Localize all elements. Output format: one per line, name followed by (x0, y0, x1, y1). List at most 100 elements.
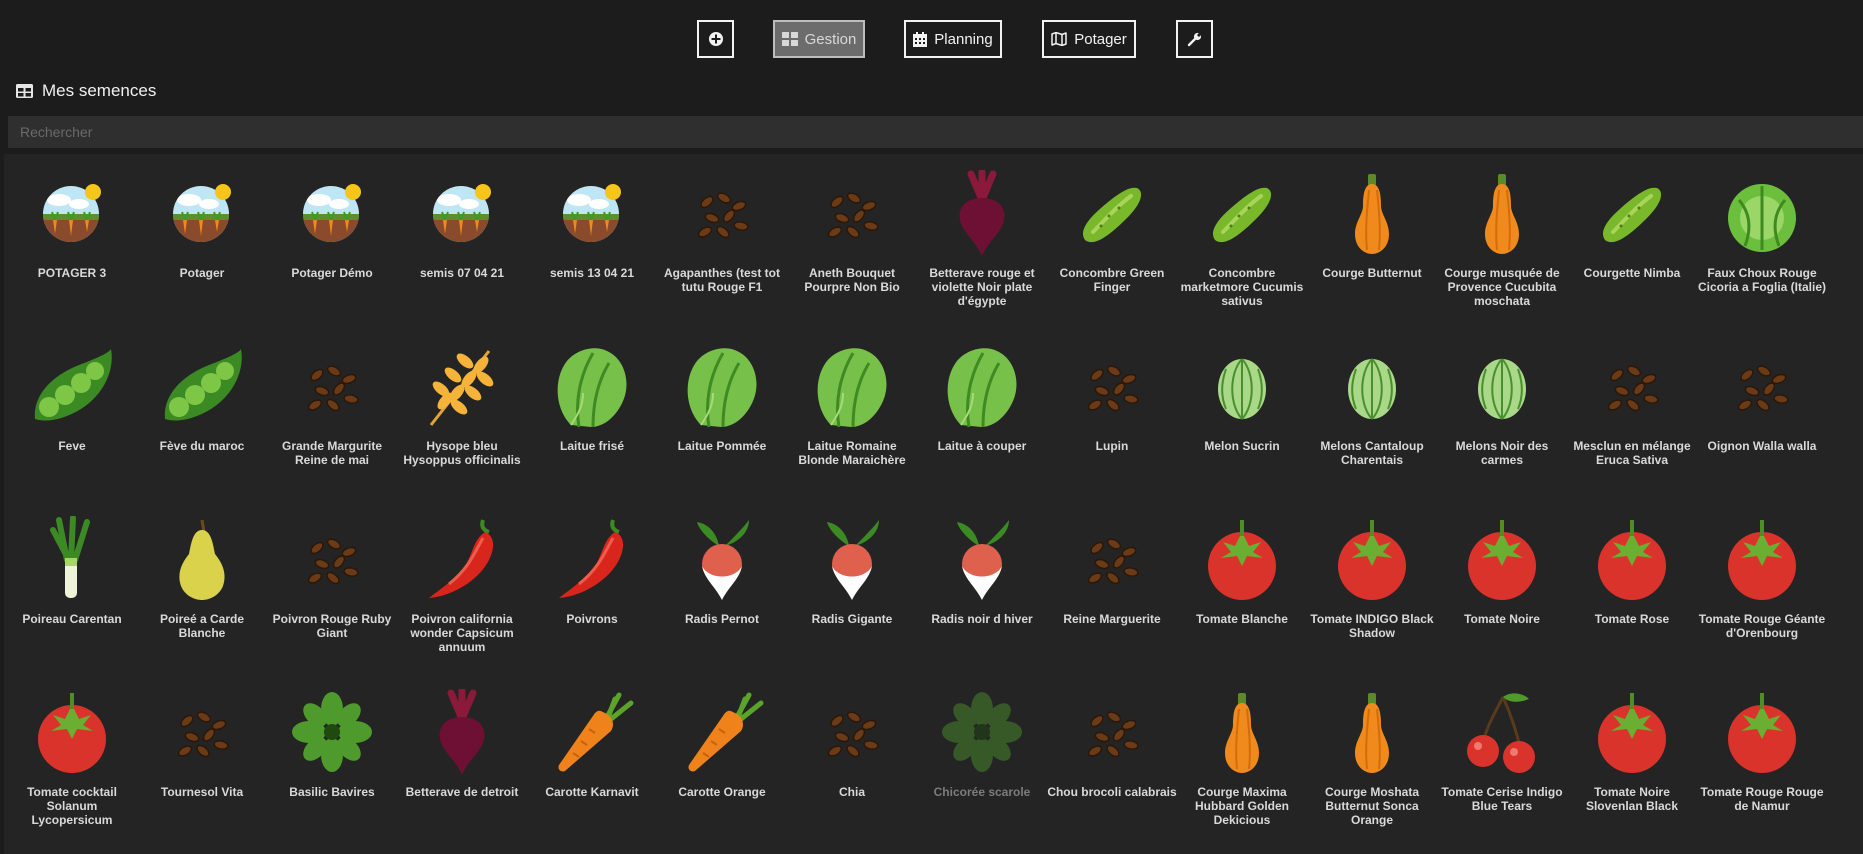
squash-icon (1199, 689, 1285, 775)
beet-icon (939, 170, 1025, 256)
melon-icon (1459, 343, 1545, 429)
seed-card[interactable]: Potager (137, 154, 267, 327)
seed-card[interactable]: Oignon Walla walla (1697, 327, 1827, 500)
seed-card[interactable]: POTAGER 3 (7, 154, 137, 327)
seed-card[interactable]: Hysope bleu Hysoppus officinalis (397, 327, 527, 500)
potager-button[interactable]: Potager (1042, 20, 1136, 58)
seed-card[interactable]: Reine Marguerite (1047, 500, 1177, 673)
seed-card[interactable]: Chia (787, 673, 917, 846)
seed-card[interactable]: Laitue à couper (917, 327, 1047, 500)
seed-label: Fève du maroc (159, 439, 245, 453)
seed-card[interactable]: Tomate INDIGO Black Shadow (1307, 500, 1437, 673)
seed-card[interactable]: Radis Pernot (657, 500, 787, 673)
potager-label: Potager (1074, 30, 1127, 48)
squash-icon (1329, 689, 1415, 775)
seeds-icon (159, 689, 245, 775)
seed-label: POTAGER 3 (37, 266, 107, 280)
seed-card[interactable]: Betterave de detroit (397, 673, 527, 846)
gestion-button[interactable]: Gestion (773, 20, 865, 58)
seed-card[interactable]: Tomate Noire (1437, 500, 1567, 673)
seed-card[interactable]: Potager Démo (267, 154, 397, 327)
seed-card[interactable]: Radis noir d hiver (917, 500, 1047, 673)
seed-card[interactable]: Courge musquée de Provence Cucubita mosc… (1437, 154, 1567, 327)
seed-card[interactable]: semis 13 04 21 (527, 154, 657, 327)
squash-icon (1329, 170, 1415, 256)
seed-card[interactable]: Basilic Bavires (267, 673, 397, 846)
seed-card[interactable]: Poireé a Carde Blanche (137, 500, 267, 673)
cherries-icon (1459, 689, 1545, 775)
seed-label: Tomate INDIGO Black Shadow (1310, 612, 1434, 640)
seed-card[interactable]: Betterave rouge et violette Noir plate d… (917, 154, 1047, 327)
seed-card[interactable]: Tomate cocktail Solanum Lycopersicum (7, 673, 137, 846)
seed-label: Laitue frisé (559, 439, 625, 453)
seed-card[interactable]: Melons Cantaloup Charentais (1307, 327, 1437, 500)
seeds-icon (1719, 343, 1805, 429)
seed-card[interactable]: Tomate Rouge Géante d'Orenbourg (1697, 500, 1827, 673)
seed-label: Basilic Bavires (289, 785, 375, 799)
seed-label: Laitue Pommée (677, 439, 767, 453)
seeds-icon (1069, 343, 1155, 429)
seed-card[interactable]: Tomate Rouge Rouge de Namur (1697, 673, 1827, 846)
tomato-icon (1719, 516, 1805, 602)
seed-card[interactable]: Agapanthes (test tot tutu Rouge F1 (657, 154, 787, 327)
tomato-icon (1199, 516, 1285, 602)
seed-card[interactable]: Carotte Orange (657, 673, 787, 846)
beet-icon (419, 689, 505, 775)
seed-label: Chicorée scarole (933, 785, 1031, 799)
seed-card[interactable]: Chou brocoli calabrais (1047, 673, 1177, 846)
cucumber-icon (1589, 170, 1675, 256)
seed-card[interactable]: Courge Moshata Butternut Sonca Orange (1307, 673, 1437, 846)
seed-card[interactable]: Courge Maxima Hubbard Golden Dekicious (1177, 673, 1307, 846)
seed-card[interactable]: Laitue Romaine Blonde Maraichère (787, 327, 917, 500)
seed-card[interactable]: Lupin (1047, 327, 1177, 500)
seed-card[interactable]: Courgette Nimba (1567, 154, 1697, 327)
seed-card[interactable]: Chicorée scarole (917, 673, 1047, 846)
search-input[interactable] (8, 116, 1863, 148)
tomato-icon (1589, 516, 1675, 602)
seed-card[interactable]: Concombre Green Finger (1047, 154, 1177, 327)
seed-label: Agapanthes (test tot tutu Rouge F1 (663, 266, 780, 294)
seed-card[interactable]: Melon Sucrin (1177, 327, 1307, 500)
seed-card[interactable]: Fève du maroc (137, 327, 267, 500)
seed-card[interactable]: Feve (7, 327, 137, 500)
section-header: Mes semences (16, 80, 156, 102)
seed-card[interactable]: Poivrons (527, 500, 657, 673)
seed-card[interactable]: Laitue frisé (527, 327, 657, 500)
garden-icon (289, 170, 375, 256)
garden-icon (419, 170, 505, 256)
tomato-icon (1589, 689, 1675, 775)
seeds-icon (1589, 343, 1675, 429)
seed-card[interactable]: Poivron california wonder Capsicum annuu… (397, 500, 527, 673)
seed-card[interactable]: Carotte Karnavit (527, 673, 657, 846)
radish-icon (939, 516, 1025, 602)
wrench-icon (1187, 32, 1202, 46)
seed-card[interactable]: Tomate Cerise Indigo Blue Tears (1437, 673, 1567, 846)
seed-label: semis 13 04 21 (549, 266, 635, 280)
lettuce-icon (549, 343, 635, 429)
seed-card[interactable]: Aneth Bouquet Pourpre Non Bio (787, 154, 917, 327)
seed-card[interactable]: Radis Gigante (787, 500, 917, 673)
radish-icon (809, 516, 895, 602)
seed-card[interactable]: Tomate Rose (1567, 500, 1697, 673)
seed-card[interactable]: Grande Margurite Reine de mai (267, 327, 397, 500)
seed-card[interactable]: semis 07 04 21 (397, 154, 527, 327)
seed-card[interactable]: Laitue Pommée (657, 327, 787, 500)
seed-card[interactable]: Concombre marketmore Cucumis sativus (1177, 154, 1307, 327)
seed-card[interactable]: Mesclun en mélange Eruca Sativa (1567, 327, 1697, 500)
seed-card[interactable]: Melons Noir des carmes (1437, 327, 1567, 500)
radish-icon (679, 516, 765, 602)
tools-button[interactable] (1176, 20, 1213, 58)
seed-label: Tomate Blanche (1196, 612, 1288, 626)
plus-circle-icon (708, 32, 723, 46)
add-button[interactable] (697, 20, 734, 58)
seed-card[interactable]: Faux Choux Rouge Cicoria a Foglia (Itali… (1697, 154, 1827, 327)
seed-card[interactable]: Tournesol Vita (137, 673, 267, 846)
seed-card[interactable]: Tomate Blanche (1177, 500, 1307, 673)
seed-card[interactable]: Tomate Noire Slovenlan Black (1567, 673, 1697, 846)
peas-icon (29, 343, 115, 429)
seed-card[interactable]: Courge Butternut (1307, 154, 1437, 327)
seed-card[interactable]: Poivron Rouge Ruby Giant (267, 500, 397, 673)
seed-card[interactable]: Poireau Carentan (7, 500, 137, 673)
planning-button[interactable]: Planning (904, 20, 1002, 58)
basil-icon (289, 689, 375, 775)
